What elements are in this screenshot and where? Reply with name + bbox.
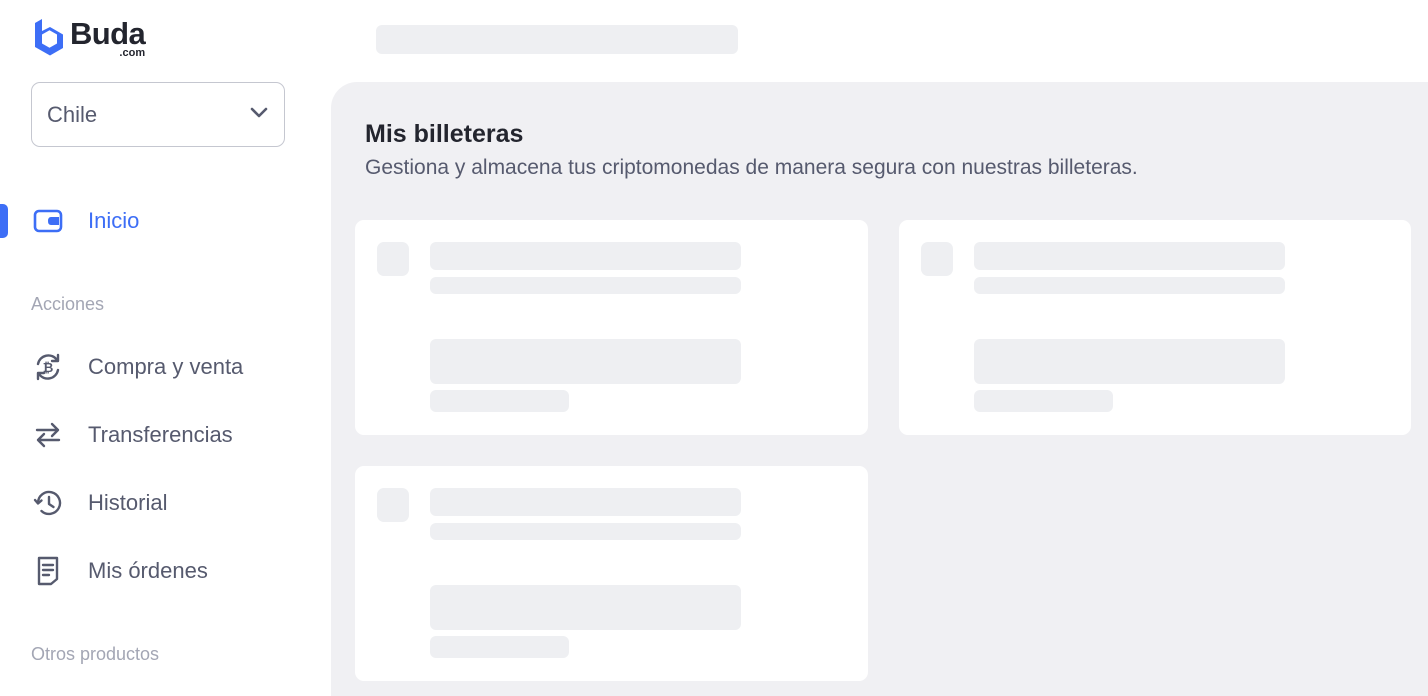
sidebar-item-label: Inicio [88, 208, 140, 233]
skeleton-title [430, 488, 741, 516]
sidebar: Buda .com Chile Inicio Acciones ₿ Compra… [0, 0, 330, 696]
skeleton-small [430, 636, 569, 658]
bitcoin-exchange-icon: ₿ [33, 352, 63, 382]
transfer-arrows-icon [33, 420, 63, 450]
country-select[interactable]: Chile [31, 82, 285, 147]
skeleton-avatar [377, 488, 409, 522]
section-label-acciones: Acciones [31, 294, 105, 314]
wallet-card-skeleton [355, 466, 868, 681]
logo-domain: .com [119, 47, 146, 59]
page-title: Mis billeteras [365, 120, 524, 148]
svg-text:₿: ₿ [43, 361, 54, 376]
skeleton-title [974, 242, 1285, 270]
app: Buda .com Chile Inicio Acciones ₿ Compra… [0, 0, 1428, 696]
skeleton-title [430, 242, 741, 270]
skeleton-value [974, 339, 1285, 384]
skeleton-subtitle [974, 277, 1285, 294]
wallet-card-skeleton [899, 220, 1411, 435]
sidebar-item-mis-ordenes[interactable]: Mis órdenes [0, 547, 330, 595]
section-label-otros-productos: Otros productos [31, 644, 160, 664]
buda-logo-icon [35, 19, 63, 56]
skeleton-avatar [921, 242, 953, 276]
sidebar-item-inicio[interactable]: Inicio [0, 197, 330, 245]
sidebar-item-historial[interactable]: Historial [0, 479, 330, 527]
skeleton-subtitle [430, 277, 741, 294]
sidebar-item-label: Transferencias [88, 422, 233, 447]
sidebar-item-label: Compra y venta [88, 354, 244, 379]
wallet-icon [33, 206, 63, 236]
history-icon [33, 488, 63, 518]
sidebar-item-label: Mis órdenes [88, 558, 208, 583]
skeleton-value [430, 339, 741, 384]
header-skeleton [376, 25, 738, 54]
skeleton-subtitle [430, 523, 741, 540]
sidebar-item-compra-y-venta[interactable]: ₿ Compra y venta [0, 343, 330, 391]
logo-text: Buda .com [70, 16, 146, 59]
chevron-down-icon [250, 106, 268, 124]
skeleton-avatar [377, 242, 409, 276]
country-select-value: Chile [47, 101, 98, 127]
skeleton-small [430, 390, 569, 412]
page-subtitle: Gestiona y almacena tus criptomonedas de… [365, 156, 1138, 179]
wallet-card-skeleton [355, 220, 868, 435]
sidebar-item-label: Historial [88, 490, 168, 515]
skeleton-value [430, 585, 741, 630]
skeleton-small [974, 390, 1113, 412]
sidebar-item-transferencias[interactable]: Transferencias [0, 411, 330, 459]
logo-name: Buda [70, 16, 146, 51]
buda-logo[interactable]: Buda .com [31, 16, 146, 59]
document-icon [33, 556, 63, 586]
